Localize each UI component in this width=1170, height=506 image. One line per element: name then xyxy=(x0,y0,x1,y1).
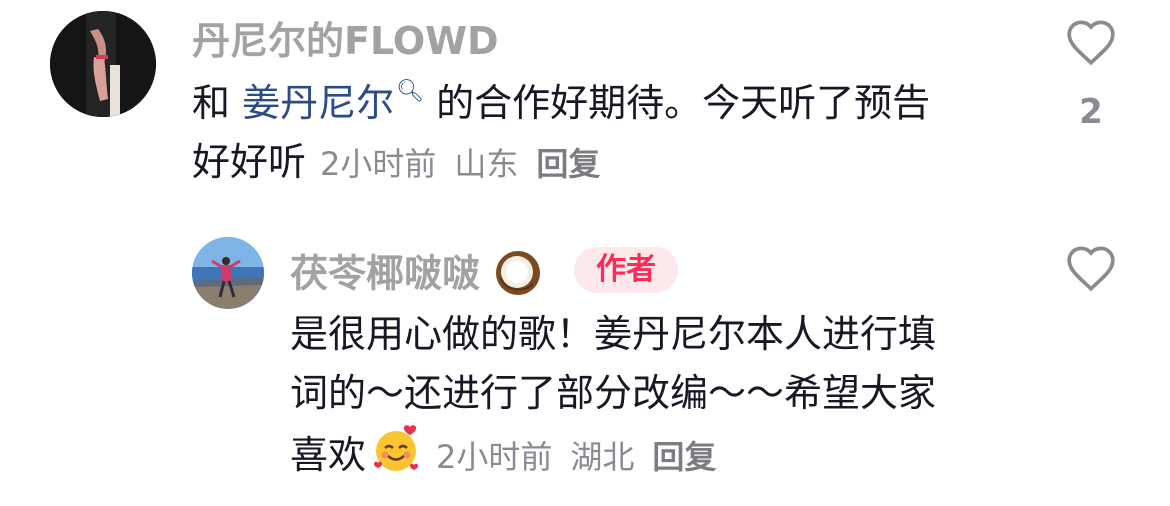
comment-text-line1-rest: 的合作好期待。今天听了预告 xyxy=(424,81,931,125)
heart-icon xyxy=(1067,246,1115,292)
avatar-photo-icon xyxy=(192,237,264,309)
reply-button[interactable]: 回复 xyxy=(652,438,716,476)
coconut-icon xyxy=(493,248,543,304)
avatar-photo-icon xyxy=(50,11,156,117)
comment-meta: 2小时前 山东 回复 xyxy=(320,145,600,183)
comment-text: 和 姜丹尼尔🔍︎ 的合作好期待。今天听了预告 好好听 2小时前 山东 回复 xyxy=(192,74,930,192)
avatar[interactable] xyxy=(50,11,156,117)
comment-time: 2小时前 xyxy=(320,144,437,183)
reply-text: 是很用心做的歌！姜丹尼尔本人进行填 词的～还进行了部分改编～～希望大家 喜欢 2… xyxy=(290,305,936,492)
mention-name[interactable]: 姜丹尼尔 xyxy=(242,81,394,125)
reply-text-line: 是很用心做的歌！姜丹尼尔本人进行填 xyxy=(290,312,937,356)
like-button[interactable] xyxy=(1064,244,1118,292)
like-count: 2 xyxy=(1079,92,1103,132)
comment-text-line2: 好好听 xyxy=(192,139,307,184)
comment-text-prefix: 和 xyxy=(192,81,243,125)
reply-text-line: 喜欢 xyxy=(290,432,367,477)
like-button[interactable]: 2 xyxy=(1064,18,1118,132)
reply-text-line: 词的～还进行了部分改编～～希望大家 xyxy=(290,370,937,415)
reply-time: 2小时前 xyxy=(436,437,553,476)
author-badge: 作者 xyxy=(574,247,678,293)
reply-button[interactable]: 回复 xyxy=(536,145,600,183)
smiling-face-with-hearts-icon xyxy=(370,423,422,492)
heart-icon xyxy=(1067,20,1115,66)
reply-username-text[interactable]: 茯苓椰啵啵 xyxy=(290,252,480,296)
reply-meta: 2小时前 湖北 回复 xyxy=(436,438,716,476)
reply-location: 湖北 xyxy=(570,437,635,476)
comment-location: 山东 xyxy=(454,144,519,183)
comment-username[interactable]: 丹尼尔的FLOWD xyxy=(192,22,499,60)
search-icon: 🔍︎ xyxy=(396,79,425,104)
mention-link[interactable]: 姜丹尼尔🔍︎ xyxy=(242,79,425,125)
avatar[interactable] xyxy=(192,237,264,309)
reply-username[interactable]: 茯苓椰啵啵 xyxy=(290,248,543,304)
